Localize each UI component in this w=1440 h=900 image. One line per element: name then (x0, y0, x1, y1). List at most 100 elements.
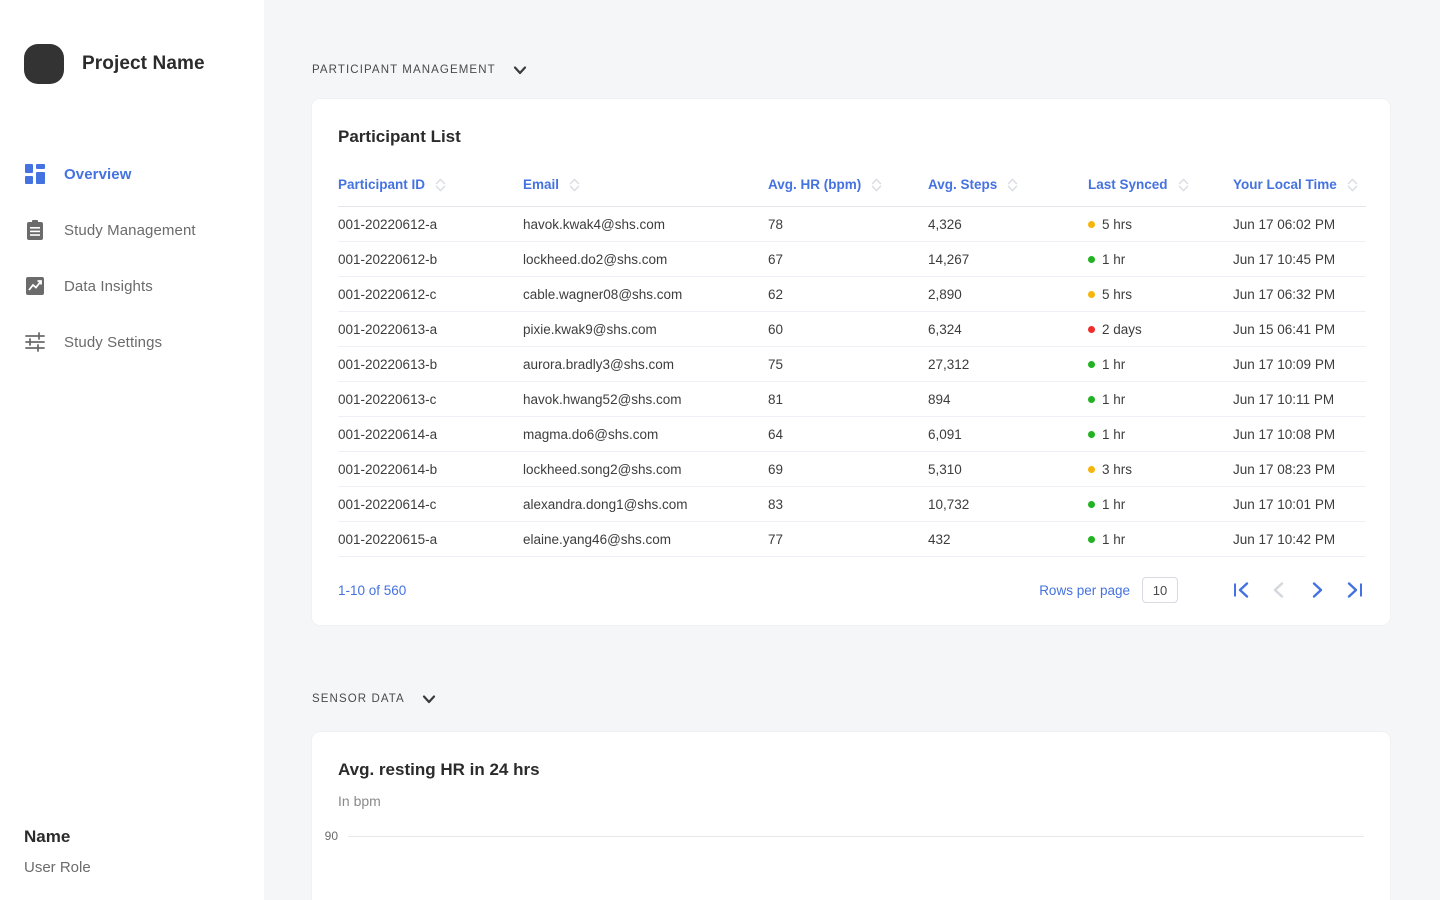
cell-avg-steps-text: 5,310 (928, 461, 962, 477)
sort-icon[interactable] (1178, 178, 1189, 192)
cell-avg-hr: 69 (768, 451, 928, 487)
cell-email: havok.hwang52@shs.com (523, 381, 768, 417)
chart-title: Avg. resting HR in 24 hrs (338, 760, 540, 779)
cell-avg-steps: 10,732 (928, 486, 1088, 522)
cell-participant-id-text: 001-20220612-b (338, 251, 438, 267)
cell-local-time-text: Jun 17 10:09 PM (1233, 356, 1336, 372)
cell-last-synced-text: 1 hr (1102, 356, 1126, 372)
column-header-avg-hr[interactable]: Avg. HR (bpm) (768, 177, 928, 207)
sort-icon[interactable] (569, 178, 580, 192)
cell-avg-steps: 432 (928, 521, 1088, 557)
cell-avg-hr-text: 67 (768, 251, 784, 267)
cell-email: lockheed.song2@shs.com (523, 451, 768, 487)
sidebar-item-label: Overview (64, 165, 132, 183)
table-row[interactable]: 001-20220614-b lockheed.song2@shs.com 69 5,… (338, 451, 1366, 487)
column-header-participant-id[interactable]: Participant ID (338, 177, 523, 207)
cell-email-text: aurora.bradly3@shs.com (523, 356, 675, 372)
table-body: 001-20220612-a havok.kwak4@shs.com 78 4,326… (338, 206, 1366, 557)
prev-page-icon[interactable] (1268, 579, 1290, 601)
last-page-icon[interactable] (1344, 579, 1366, 601)
cell-participant-id-text: 001-20220613-a (338, 321, 438, 337)
pagination-range[interactable]: 1-10 of 560 (312, 583, 406, 598)
cell-email-text: havok.kwak4@shs.com (523, 216, 666, 232)
column-header-email[interactable]: Email (523, 177, 768, 207)
table-row[interactable]: 001-20220612-c cable.wagner08@shs.com 62 2,… (338, 276, 1366, 312)
cell-avg-hr: 62 (768, 276, 928, 312)
cell-last-synced: 5 hrs (1088, 206, 1233, 242)
table-row[interactable]: 001-20220613-c havok.hwang52@shs.com 81 894… (338, 381, 1366, 417)
cell-last-synced: 2 days (1088, 311, 1233, 347)
cell-participant-id-text: 001-20220612-a (338, 216, 438, 232)
cell-local-time: Jun 17 06:02 PM (1233, 206, 1366, 242)
sidebar-item-data-insights[interactable]: Data Insights (0, 258, 264, 314)
sort-icon[interactable] (1007, 178, 1018, 192)
status-dot (1088, 395, 1095, 403)
cell-local-time: Jun 17 10:01 PM (1233, 486, 1366, 522)
page-title: Participant List (338, 127, 461, 146)
status-dot (1088, 500, 1095, 508)
sort-icon[interactable] (1347, 178, 1358, 192)
cell-local-time: Jun 15 06:41 PM (1233, 311, 1366, 347)
status-dot (1088, 255, 1095, 263)
cell-email-text: havok.hwang52@shs.com (523, 391, 682, 407)
status-dot (1088, 360, 1095, 368)
chart-icon (24, 275, 46, 297)
chart-subtitle: In bpm (338, 793, 381, 809)
cell-last-synced: 5 hrs (1088, 276, 1233, 312)
column-header-your-local-time[interactable]: Your Local Time (1233, 177, 1366, 207)
cell-avg-hr: 75 (768, 346, 928, 382)
rows-per-page-select[interactable]: 10 (1142, 577, 1178, 603)
table-row[interactable]: 001-20220612-b lockheed.do2@shs.com 67 14,2… (338, 241, 1366, 277)
table-row[interactable]: 001-20220613-b aurora.bradly3@shs.com 75 27… (338, 346, 1366, 382)
column-header-last-synced[interactable]: Last Synced (1088, 177, 1233, 207)
table-row[interactable]: 001-20220614-c alexandra.dong1@shs.com 83 1… (338, 486, 1366, 522)
cell-avg-steps: 27,312 (928, 346, 1088, 382)
dashboard-icon (24, 163, 46, 185)
cell-avg-steps: 6,091 (928, 416, 1088, 452)
sidebar-item-overview[interactable]: Overview (0, 146, 272, 202)
cell-avg-steps: 5,310 (928, 451, 1088, 487)
section-header-participant-management[interactable]: PARTICIPANT MANAGEMENT (264, 0, 1440, 78)
cell-local-time-text: Jun 17 10:45 PM (1233, 251, 1336, 267)
first-page-icon[interactable] (1230, 579, 1252, 601)
cell-last-synced-text: 1 hr (1102, 426, 1126, 442)
chart-gridline-row: 90 (312, 829, 1390, 843)
user-block[interactable]: Name User Role (24, 827, 91, 876)
cell-participant-id: 001-20220613-a (338, 311, 523, 347)
sidebar-item-study-settings[interactable]: Study Settings (0, 314, 264, 370)
user-role: User Role (24, 859, 91, 876)
cell-avg-hr: 67 (768, 241, 928, 277)
sort-icon[interactable] (435, 178, 446, 192)
cell-last-synced: 1 hr (1088, 416, 1233, 452)
table-row[interactable]: 001-20220615-a elaine.yang46@shs.com 77 432… (338, 521, 1366, 557)
column-label: Email (523, 177, 560, 192)
sort-icon[interactable] (871, 178, 882, 192)
cell-avg-hr-text: 78 (768, 216, 784, 232)
section-header-sensor-data[interactable]: SENSOR DATA (264, 625, 1440, 707)
cell-last-synced-text: 1 hr (1102, 496, 1126, 512)
brand[interactable]: Project Name (0, 0, 264, 84)
cell-participant-id: 001-20220612-a (338, 206, 523, 242)
table-row[interactable]: 001-20220613-a pixie.kwak9@shs.com 60 6,324… (338, 311, 1366, 347)
user-name: Name (24, 827, 71, 846)
chevron-down-icon[interactable] (421, 691, 437, 707)
cell-last-synced: 1 hr (1088, 241, 1233, 277)
table-row[interactable]: 001-20220612-a havok.kwak4@shs.com 78 4,326… (338, 206, 1366, 242)
sidebar-item-study-management[interactable]: Study Management (0, 202, 264, 258)
next-page-icon[interactable] (1306, 579, 1328, 601)
cell-last-synced-text: 3 hrs (1102, 461, 1133, 477)
cell-avg-hr: 64 (768, 416, 928, 452)
cell-local-time: Jun 17 10:42 PM (1233, 521, 1366, 557)
cell-last-synced-text: 1 hr (1102, 251, 1126, 267)
cell-local-time-text: Jun 17 06:02 PM (1233, 216, 1336, 232)
column-header-avg-steps[interactable]: Avg. Steps (928, 177, 1088, 207)
cell-last-synced-text: 1 hr (1102, 531, 1126, 547)
status-dot (1088, 465, 1095, 473)
cell-avg-hr-text: 75 (768, 356, 784, 372)
sidebar-item-label: Data Insights (64, 277, 153, 295)
cell-local-time-text: Jun 17 08:23 PM (1233, 461, 1336, 477)
chevron-down-icon[interactable] (512, 62, 528, 78)
chart-plot-area: 90 (312, 829, 1390, 900)
table-row[interactable]: 001-20220614-a magma.do6@shs.com 64 6,091 1 … (338, 416, 1366, 452)
cell-local-time-text: Jun 15 06:41 PM (1233, 321, 1336, 337)
